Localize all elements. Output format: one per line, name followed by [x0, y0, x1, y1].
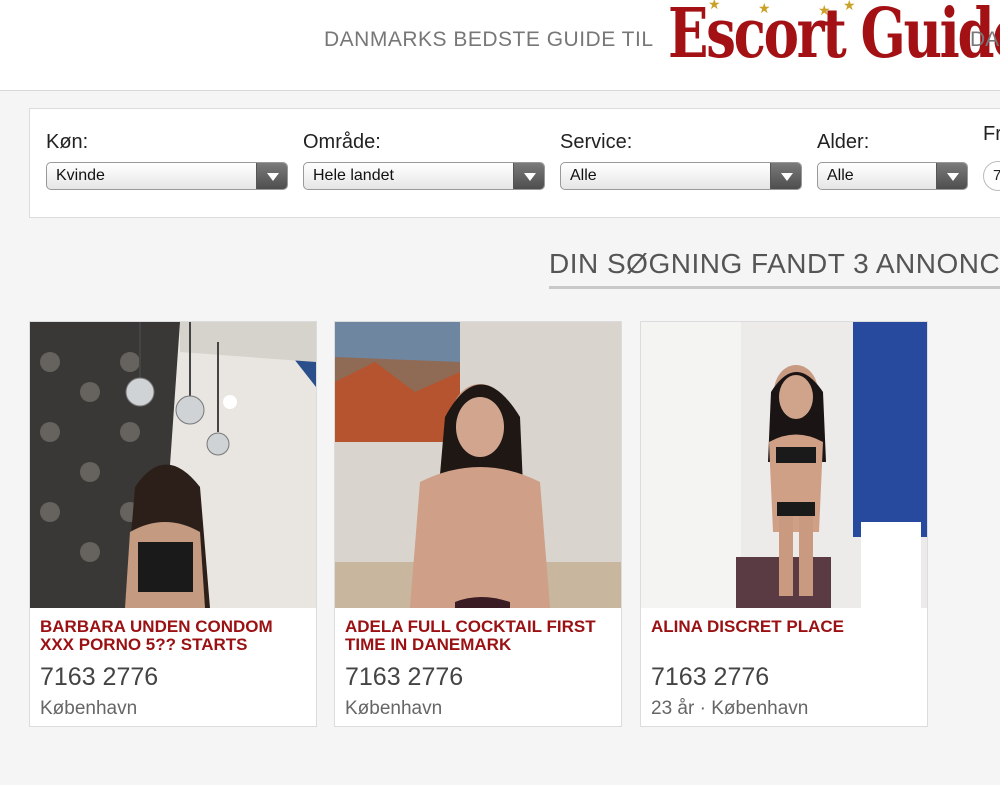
listing-location: København — [345, 698, 443, 719]
gender-select-value: Kvinde — [56, 167, 105, 184]
results-underline — [549, 286, 1000, 289]
site-logo[interactable]: ★ ★ ★ ★ Escort Guide — [668, 0, 1000, 78]
filter-gender: Køn: Kvinde — [46, 131, 288, 190]
service-select[interactable]: Alle — [560, 162, 802, 190]
listing-card[interactable]: ADELA FULL COCKTAIL FIRST TIME IN DANEMA… — [334, 321, 622, 727]
filter-gender-label: Køn: — [46, 131, 89, 153]
listing-photo-image — [30, 322, 316, 608]
listing-title[interactable]: ALINA DISCRET PLACE — [651, 618, 921, 636]
listing-photo[interactable] — [641, 322, 927, 608]
filter-extra: Fr — [983, 123, 1000, 154]
listing-photo[interactable] — [30, 322, 316, 608]
filter-extra-value: 7 — [993, 167, 1000, 184]
age-select-value: Alle — [827, 167, 854, 184]
logo-text: Escort Guide — [668, 0, 1000, 74]
listing-card[interactable]: ALINA DISCRET PLACE 7163 2776 23 år · Kø… — [640, 321, 928, 727]
gender-select[interactable]: Kvinde — [46, 162, 288, 190]
filter-extra-input[interactable]: 7 — [983, 161, 1000, 191]
listing-card[interactable]: BARBARA UNDEN CONDOM XXX PORNO 5?? START… — [29, 321, 317, 727]
chevron-down-icon — [256, 163, 287, 189]
site-header: DANMARKS BEDSTE GUIDE TIL ★ ★ ★ ★ Escort… — [0, 0, 1000, 91]
filter-age: Alder: Alle — [817, 131, 968, 190]
listing-title[interactable]: BARBARA UNDEN CONDOM XXX PORNO 5?? START… — [40, 618, 310, 654]
listing-photo[interactable] — [335, 322, 621, 608]
listing-phone: 7163 2776 — [651, 663, 770, 691]
chevron-down-icon — [770, 163, 801, 189]
listing-photo-image — [641, 322, 927, 608]
listing-phone: 7163 2776 — [40, 663, 159, 691]
filter-service: Service: Alle — [560, 131, 802, 190]
header-tagline-cut: DA — [970, 28, 1000, 51]
filter-age-label: Alder: — [817, 131, 870, 153]
listing-phone: 7163 2776 — [345, 663, 464, 691]
filter-extra-label: Fr — [983, 123, 1000, 145]
listing-location: København — [40, 698, 138, 719]
listing-title[interactable]: ADELA FULL COCKTAIL FIRST TIME IN DANEMA… — [345, 618, 615, 654]
chevron-down-icon — [936, 163, 967, 189]
area-select[interactable]: Hele landet — [303, 162, 545, 190]
filter-area: Område: Hele landet — [303, 131, 545, 190]
chevron-down-icon — [513, 163, 544, 189]
filter-service-label: Service: — [560, 131, 633, 153]
area-select-value: Hele landet — [313, 167, 394, 184]
filter-area-label: Område: — [303, 131, 381, 153]
listing-location: 23 år · København — [651, 698, 809, 719]
results-heading: DIN SØGNING FANDT 3 ANNONC — [549, 248, 1000, 279]
listing-photo-image — [335, 322, 621, 608]
search-filters: Køn: Kvinde Område: Hele landet Service:… — [29, 108, 1000, 218]
header-tagline: DANMARKS BEDSTE GUIDE TIL — [324, 28, 654, 51]
service-select-value: Alle — [570, 167, 597, 184]
age-select[interactable]: Alle — [817, 162, 968, 190]
